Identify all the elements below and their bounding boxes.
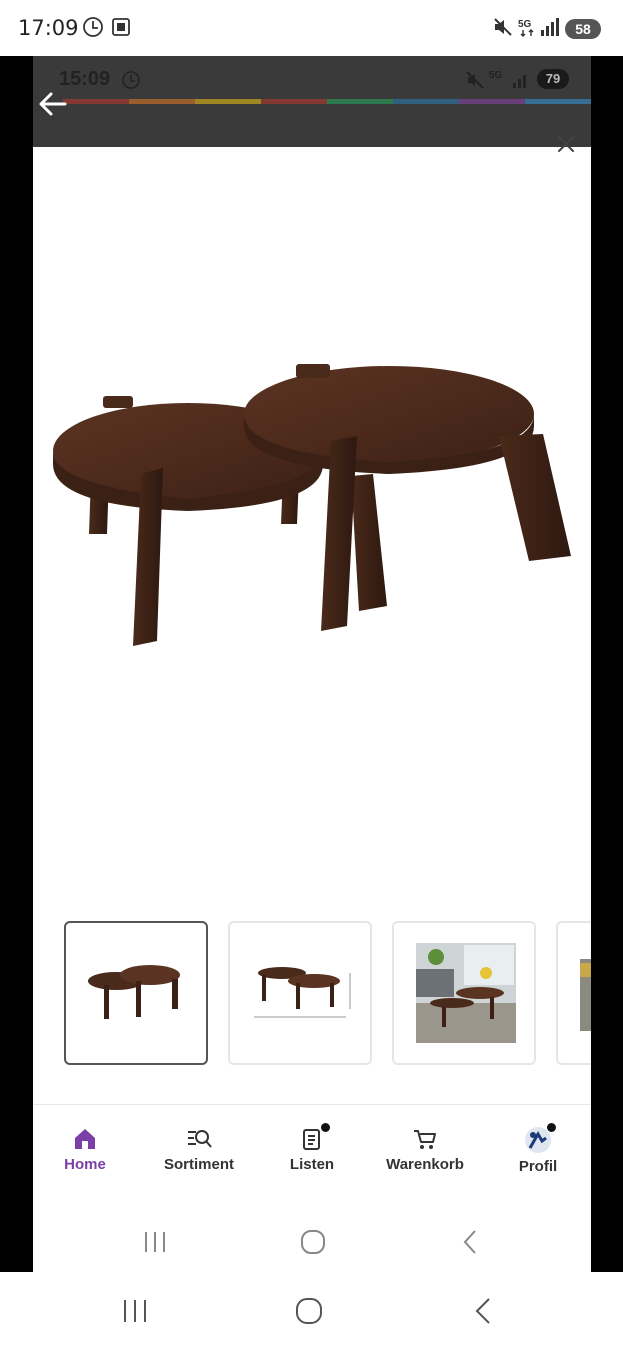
nav-listen-label: Listen — [289, 1156, 335, 1173]
color-stripe-segment — [327, 99, 393, 104]
thumbnail-1[interactable] — [64, 921, 208, 1065]
home-button-icon[interactable] — [300, 1228, 326, 1256]
battery-indicator: 58 — [565, 19, 601, 39]
svg-text:5G: 5G — [489, 70, 503, 81]
color-stripe-segment — [525, 99, 591, 104]
color-stripe-segment — [261, 99, 327, 104]
nav-listen[interactable]: Listen — [257, 1122, 367, 1186]
recents-icon[interactable] — [141, 1230, 169, 1254]
listen-notification-dot — [321, 1123, 330, 1132]
data-saver-icon — [83, 17, 103, 37]
system-navbar — [0, 1272, 623, 1350]
nav-warenkorb-label: Warenkorb — [386, 1156, 464, 1173]
inner-system-navbar — [33, 1212, 591, 1272]
nav-warenkorb[interactable]: Warenkorb — [370, 1122, 480, 1186]
close-icon[interactable] — [553, 131, 579, 157]
dimensions-thumbnail-image — [254, 967, 351, 1018]
nav-profil-label: Profil — [518, 1158, 558, 1175]
room-thumbnail-image — [580, 959, 591, 1031]
status-time: 17:09 — [18, 16, 79, 40]
catalog-search-icon — [188, 1130, 212, 1148]
color-stripe-segment — [129, 99, 195, 104]
recents-icon[interactable] — [120, 1298, 150, 1324]
screenshot-icon — [112, 18, 130, 36]
mute-icon — [466, 71, 484, 89]
signal-icon — [541, 18, 559, 36]
back-icon[interactable] — [460, 1228, 480, 1256]
color-stripe-segment — [459, 99, 525, 104]
thumbnail-3[interactable] — [392, 921, 536, 1065]
nav-home-label: Home — [64, 1156, 106, 1173]
home-button-icon[interactable] — [294, 1296, 324, 1326]
letterbox-right — [591, 56, 623, 1272]
nav-sortiment-label: Sortiment — [163, 1156, 234, 1173]
nav-sortiment[interactable]: Sortiment — [144, 1122, 254, 1186]
cart-icon — [414, 1130, 436, 1149]
profil-notification-dot — [547, 1123, 556, 1132]
nav-profil[interactable]: Profil — [483, 1122, 591, 1186]
color-stripe — [63, 99, 591, 104]
back-arrow-icon[interactable] — [33, 86, 81, 122]
nav-divider — [33, 1104, 591, 1105]
inner-battery-indicator: 79 — [537, 69, 569, 89]
letterbox-left — [0, 56, 33, 1272]
nav-home[interactable]: Home — [33, 1122, 140, 1186]
mute-icon — [494, 18, 512, 36]
signal-icon — [513, 75, 526, 88]
5g-icon: 5G — [518, 19, 534, 37]
thumbnail-2[interactable] — [228, 921, 372, 1065]
thumbnail-4[interactable] — [556, 921, 591, 1065]
svg-text:5G: 5G — [518, 19, 532, 30]
outer-status-bar: 17:09 5G 58 — [0, 0, 623, 56]
back-icon[interactable] — [472, 1296, 494, 1326]
embedded-screen: 15:09 5G 79 Home Sortiment Listen Warenk… — [33, 56, 591, 1272]
data-saver-icon — [122, 71, 140, 89]
table-thumbnail-image — [88, 965, 180, 1019]
bottom-navigation: Home Sortiment Listen Warenkorb Profil — [33, 1122, 591, 1192]
color-stripe-segment — [393, 99, 459, 104]
thumbnail-strip — [64, 921, 591, 1069]
nesting-coffee-tables-image — [53, 364, 571, 646]
5g-icon: 5G — [489, 70, 503, 81]
living-room-thumbnail-image — [416, 943, 516, 1043]
home-icon — [75, 1129, 95, 1149]
color-stripe-segment — [195, 99, 261, 104]
inner-status-bar: 15:09 5G 79 — [33, 56, 591, 147]
